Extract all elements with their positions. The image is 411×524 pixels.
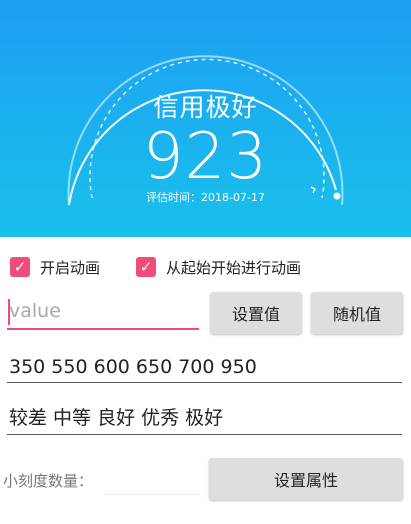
animate-label: 开启动画 — [40, 258, 101, 277]
tick-count-input[interactable] — [104, 462, 200, 495]
text-cursor — [8, 299, 10, 325]
levels-field[interactable]: 较差 中等 良好 优秀 极好 — [7, 399, 402, 435]
check-icon: ✓ — [13, 258, 27, 276]
value-input[interactable] — [7, 294, 199, 330]
evaluation-date: 评估时间：2018-07-17 — [146, 191, 265, 204]
set-value-button[interactable]: 设置值 — [210, 292, 302, 334]
random-value-button[interactable]: 随机值 — [311, 292, 403, 334]
from-start-checkbox-row[interactable]: ✓ 从起始开始进行动画 — [136, 255, 301, 279]
check-icon: ✓ — [139, 258, 153, 276]
from-start-label: 从起始开始进行动画 — [166, 258, 302, 277]
from-start-checkbox[interactable]: ✓ — [136, 257, 156, 277]
animate-checkbox-row[interactable]: ✓ 开启动画 — [10, 255, 100, 279]
thresholds-field[interactable]: 350 550 600 650 700 950 — [7, 347, 402, 383]
credit-level-title: 信用极好 — [153, 93, 258, 122]
credit-score-value: 923 — [142, 120, 269, 194]
animate-checkbox[interactable]: ✓ — [10, 257, 30, 277]
credit-dial-header: 信用极好 923 评估时间：2018-07-17 — [0, 0, 411, 237]
set-attribute-button[interactable]: 设置属性 — [209, 458, 403, 500]
tick-count-label: 小刻度数量： — [3, 472, 94, 490]
